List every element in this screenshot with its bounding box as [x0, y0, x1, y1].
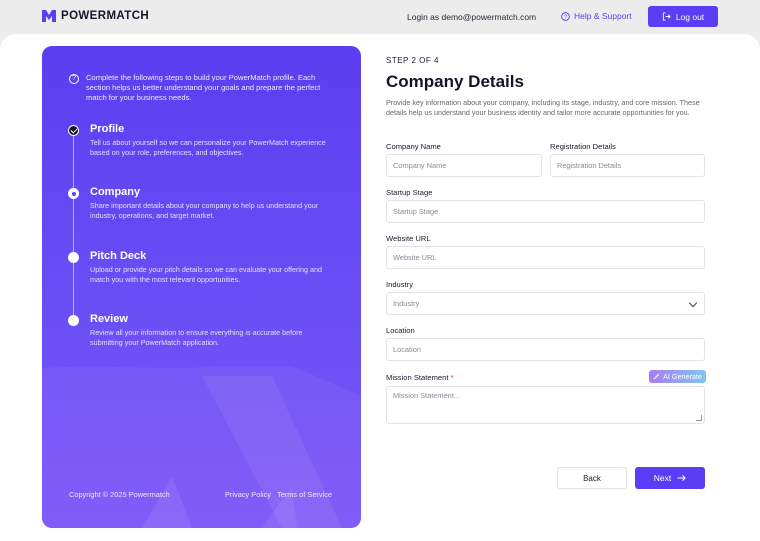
- location-input[interactable]: Location: [386, 338, 705, 361]
- step-indicator: STEP 2 OF 4: [386, 56, 439, 65]
- intro-text-block: ? Complete the following steps to build …: [69, 73, 339, 103]
- step-description: Tell us about yourself so we can persona…: [90, 138, 326, 157]
- back-button[interactable]: Back: [557, 467, 627, 489]
- chevron-down-icon: [688, 298, 698, 308]
- company-name-label: Company Name: [386, 142, 441, 151]
- placeholder: Website URL: [393, 253, 437, 262]
- brand-logo[interactable]: POWERMATCH: [42, 10, 149, 22]
- brand-name: POWERMATCH: [61, 10, 150, 22]
- help-icon: ?: [561, 11, 570, 21]
- industry-select[interactable]: Industry: [386, 292, 705, 315]
- decorative-shapes: [42, 366, 361, 528]
- placeholder: Registration Details: [557, 161, 622, 170]
- upcoming-step-icon: [68, 252, 79, 263]
- logo-mark-icon: [42, 10, 56, 22]
- login-prefix: Login as: [407, 12, 440, 22]
- step-description: Share important details about your compa…: [90, 201, 319, 220]
- registration-details-label: Registration Details: [550, 142, 616, 151]
- next-label: Next: [653, 473, 672, 483]
- startup-stage-input[interactable]: Startup Stage: [386, 200, 705, 223]
- resize-handle-icon[interactable]: [696, 415, 702, 421]
- next-button[interactable]: Next: [635, 467, 705, 489]
- footer-links: Privacy Policy Terms of Service: [225, 490, 332, 499]
- placeholder: Startup Stage: [393, 207, 439, 216]
- login-info: Login as demo@powermatch.com: [407, 12, 536, 22]
- back-label: Back: [583, 473, 601, 483]
- arrow-right-icon: [677, 474, 687, 482]
- privacy-policy-link[interactable]: Privacy Policy: [225, 490, 271, 499]
- placeholder: Location: [393, 345, 421, 354]
- ai-generate-label: AI Generate: [663, 372, 702, 381]
- step-title: Review: [90, 313, 128, 325]
- placeholder: Mission Statement...: [393, 391, 460, 400]
- registration-details-input[interactable]: Registration Details: [550, 154, 705, 177]
- logout-label: Log out: [675, 11, 705, 22]
- industry-label: Industry: [386, 280, 414, 289]
- step-description: Upload or provide your pitch details so …: [90, 265, 323, 284]
- logout-button[interactable]: Log out: [648, 6, 718, 27]
- top-bar: POWERMATCH Login as demo@powermatch.com …: [0, 0, 760, 34]
- placeholder: Industry: [393, 299, 420, 308]
- timeline-line: [73, 131, 74, 321]
- steps-panel: ? Complete the following steps to build …: [42, 46, 361, 528]
- website-url-label: Website URL: [386, 234, 431, 243]
- mission-statement-label: Mission Statement *: [386, 373, 453, 382]
- step-title: Profile: [90, 123, 125, 135]
- upcoming-step-icon: [68, 315, 79, 326]
- page-description: Provide key information about your compa…: [386, 98, 700, 117]
- copyright: Copyright © 2025 Powermatch: [69, 490, 170, 499]
- magic-wand-icon: [653, 373, 660, 380]
- startup-stage-label: Startup Stage: [386, 188, 433, 197]
- completed-check-icon: [68, 125, 79, 136]
- intro-text: Complete the following steps to build yo…: [86, 73, 321, 102]
- ai-generate-button[interactable]: AI Generate: [649, 370, 706, 383]
- step-title: Pitch Deck: [90, 250, 147, 262]
- logout-icon: [662, 12, 671, 21]
- info-icon: ?: [69, 74, 79, 84]
- required-mark: *: [450, 373, 454, 382]
- login-email: demo@powermatch.com: [441, 12, 537, 22]
- current-step-icon: [68, 188, 79, 199]
- mission-label-text: Mission Statement: [386, 373, 449, 382]
- help-label: Help & Support: [574, 11, 632, 21]
- help-support-link[interactable]: ? Help & Support: [561, 11, 632, 21]
- step-title: Company: [90, 186, 141, 198]
- company-details-form: STEP 2 OF 4 Company Details Provide key …: [386, 56, 706, 118]
- terms-of-service-link[interactable]: Terms of Service: [277, 490, 332, 499]
- location-label: Location: [386, 326, 415, 335]
- website-url-input[interactable]: Website URL: [386, 246, 705, 269]
- step-description: Review all your information to ensure ev…: [90, 328, 303, 347]
- page-title: Company Details: [386, 72, 524, 91]
- placeholder: Company Name: [393, 161, 447, 170]
- mission-statement-textarea[interactable]: Mission Statement...: [386, 386, 705, 424]
- company-name-input[interactable]: Company Name: [386, 154, 542, 177]
